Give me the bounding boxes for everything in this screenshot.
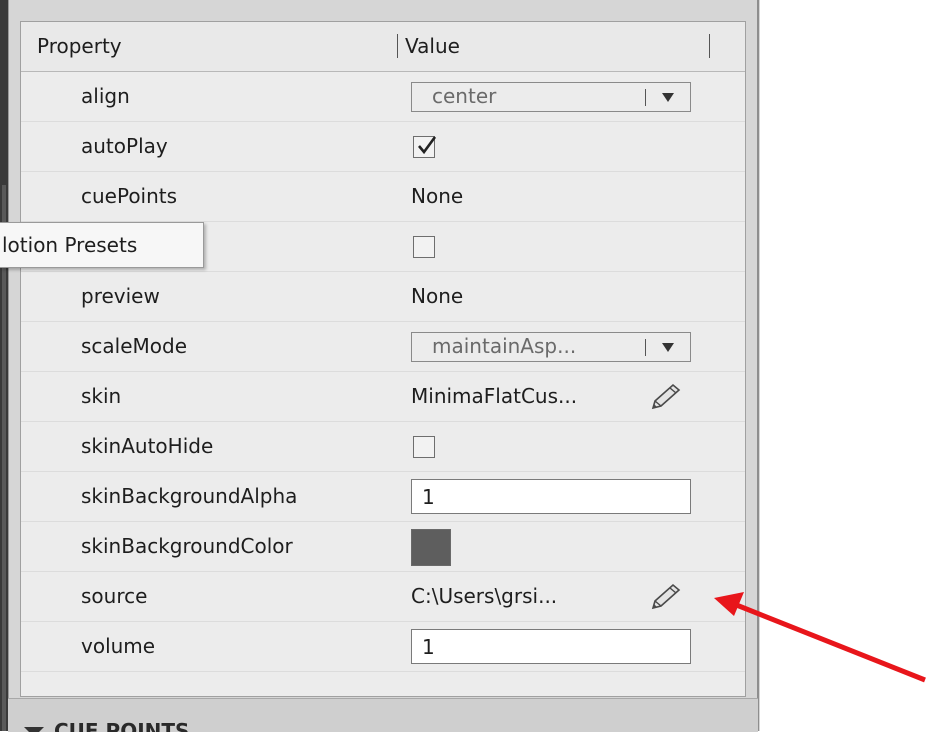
property-name: skinAutoHide [81,434,214,458]
pencil-icon[interactable] [649,582,683,612]
checkmark-icon [418,136,437,155]
property-value[interactable]: MinimaFlatCus... [411,384,577,408]
property-value[interactable]: None [411,184,463,208]
column-divider[interactable] [397,34,398,58]
property-row-skin[interactable]: skin MinimaFlatCus... [21,372,745,422]
skinautohide-checkbox[interactable] [413,436,435,458]
input-value: 1 [422,635,435,659]
scalemode-dropdown[interactable]: maintainAsp... [411,332,691,362]
property-value[interactable]: None [411,284,463,308]
column-divider[interactable] [709,34,710,58]
property-row-align[interactable]: align center [21,72,745,122]
property-grid: Property Value align center autoPlay cue… [20,21,746,697]
property-row-skinbackgroundalpha[interactable]: skinBackgroundAlpha 1 [21,472,745,522]
volume-input[interactable]: 1 [411,629,691,664]
chevron-down-icon[interactable] [662,343,674,352]
color-swatch[interactable] [411,529,451,566]
property-row-preview[interactable]: preview None [21,272,745,322]
property-row-cuepoints[interactable]: cuePoints None [21,172,745,222]
red-arrow-annotation [714,592,926,683]
property-row-volume[interactable]: volume 1 [21,622,745,672]
property-row-source[interactable]: source C:\Users\grsi... [21,572,745,622]
islive-checkbox[interactable] [413,236,435,258]
property-name: volume [81,634,156,658]
grid-header: Property Value [21,22,745,72]
property-name: autoPlay [81,134,168,158]
input-value: 1 [422,485,435,509]
collapse-triangle-icon[interactable] [24,727,44,732]
property-name: align [81,84,130,108]
dropdown-divider [645,339,646,356]
chevron-down-icon[interactable] [662,93,674,102]
property-value[interactable]: C:\Users\grsi... [411,584,557,608]
skinbackgroundalpha-input[interactable]: 1 [411,479,691,514]
property-name: scaleMode [81,334,188,358]
property-name: skin [81,384,122,408]
dropdown-divider [645,89,646,106]
dropdown-value: center [432,84,497,108]
property-row-autoplay[interactable]: autoPlay [21,122,745,172]
tooltip: lotion Presets [0,222,204,268]
property-row-skinbackgroundcolor[interactable]: skinBackgroundColor [21,522,745,572]
dropdown-value: maintainAsp... [432,334,577,358]
property-name: skinBackgroundColor [81,534,293,558]
property-row-scalemode[interactable]: scaleMode maintainAsp... [21,322,745,372]
tooltip-text: lotion Presets [2,233,138,257]
section-title: CUE POINTS [54,719,190,732]
property-name: preview [81,284,160,308]
cue-points-section-header[interactable]: CUE POINTS [8,698,758,732]
column-header-property[interactable]: Property [37,34,122,58]
align-dropdown[interactable]: center [411,82,691,112]
property-name: skinBackgroundAlpha [81,484,298,508]
column-header-value[interactable]: Value [405,34,460,58]
pencil-icon[interactable] [649,382,683,412]
property-row-skinautohide[interactable]: skinAutoHide [21,422,745,472]
autoplay-checkbox[interactable] [413,136,437,158]
property-name: source [81,584,148,608]
property-name: cuePoints [81,184,178,208]
left-panel-edge [0,0,8,731]
